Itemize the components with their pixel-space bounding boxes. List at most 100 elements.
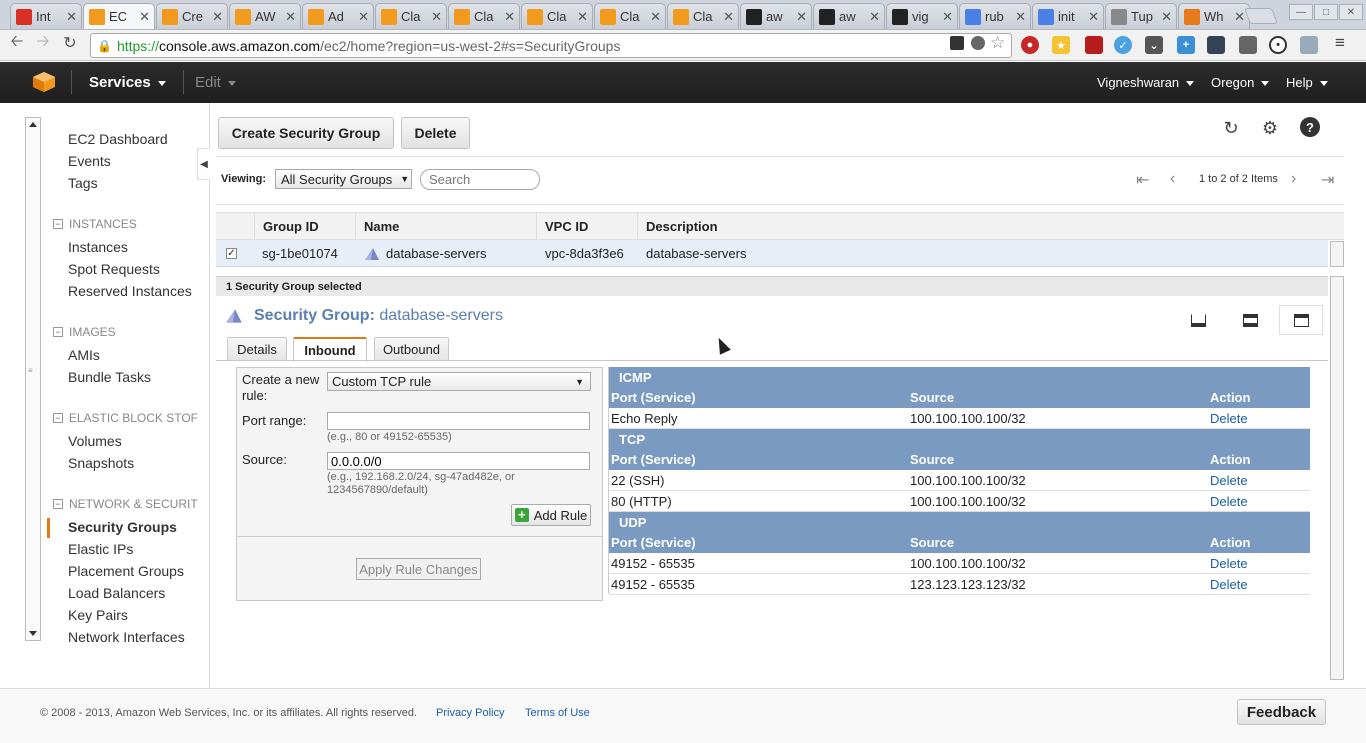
browser-tab[interactable]: Cla ✕ xyxy=(375,3,447,29)
sidebar-item[interactable]: Bundle Tasks xyxy=(68,369,151,385)
sidebar-item-active[interactable]: Security Groups xyxy=(68,519,177,535)
edit-menu[interactable]: Edit xyxy=(195,62,236,103)
close-tab-icon[interactable]: ✕ xyxy=(650,9,661,25)
user-menu[interactable]: Vigneshwaran xyxy=(1097,62,1195,103)
browser-tab[interactable]: Cla ✕ xyxy=(594,3,666,29)
browser-tab[interactable]: Wh ✕ xyxy=(1178,3,1250,29)
privacy-policy-link[interactable]: Privacy Policy xyxy=(436,707,504,719)
extension-badge-icon[interactable]: + xyxy=(1177,36,1195,54)
browser-tab[interactable]: EC ✕ xyxy=(83,3,155,29)
sidebar-item[interactable]: AMIs xyxy=(68,347,100,363)
browser-tab[interactable]: rub ✕ xyxy=(959,3,1031,29)
maximize-button[interactable]: □ xyxy=(1314,4,1338,20)
sidebar-item[interactable]: Instances xyxy=(68,239,128,255)
wrench-icon[interactable] xyxy=(1239,36,1257,54)
sidebar-item[interactable]: Key Pairs xyxy=(68,607,128,623)
extension-stop-icon[interactable]: ● xyxy=(1021,36,1039,54)
browser-tab[interactable]: Cla ✕ xyxy=(667,3,739,29)
key-icon[interactable] xyxy=(950,36,964,50)
reload-icon[interactable]: ↻ xyxy=(60,33,80,53)
close-tab-icon[interactable]: ✕ xyxy=(869,9,880,25)
search-input[interactable] xyxy=(420,169,540,190)
collapse-sidebar-button[interactable]: ◀ xyxy=(197,148,210,180)
column-header-vpc-id[interactable]: VPC ID xyxy=(536,213,636,240)
sidebar-section-header[interactable]: − NETWORK & SECURIT xyxy=(53,497,198,511)
last-page-icon[interactable]: ⇥ xyxy=(1321,170,1334,190)
help-menu[interactable]: Help xyxy=(1286,62,1328,103)
close-tab-icon[interactable]: ✕ xyxy=(723,9,734,25)
minimize-button[interactable]: — xyxy=(1289,4,1313,20)
sidebar-scrollbar[interactable]: ≡ xyxy=(25,117,41,641)
add-rule-button[interactable]: + Add Rule xyxy=(511,504,591,526)
browser-tab[interactable]: Cre ✕ xyxy=(156,3,228,29)
create-security-group-button[interactable]: Create Security Group xyxy=(218,117,394,149)
layout-split-icon[interactable] xyxy=(1228,305,1272,335)
apply-rule-changes-button[interactable]: Apply Rule Changes xyxy=(356,558,481,580)
extension-star-icon[interactable]: ★ xyxy=(1052,36,1070,54)
close-tab-icon[interactable]: ✕ xyxy=(66,9,77,25)
tab-outbound[interactable]: Outbound xyxy=(374,337,449,361)
delete-rule-link[interactable]: Delete xyxy=(1210,408,1248,429)
gear-icon[interactable]: ⚙ xyxy=(1259,117,1281,139)
column-header-group-id[interactable]: Group ID xyxy=(254,213,354,240)
close-tab-icon[interactable]: ✕ xyxy=(285,9,296,25)
bulb-icon[interactable] xyxy=(971,36,985,50)
pocket-icon[interactable]: ⌄ xyxy=(1145,36,1163,54)
delete-rule-link[interactable]: Delete xyxy=(1210,470,1248,491)
close-tab-icon[interactable]: ✕ xyxy=(1161,9,1172,25)
tab-inbound[interactable]: Inbound xyxy=(293,337,367,362)
delete-button[interactable]: Delete xyxy=(401,117,470,149)
sidebar-item[interactable]: Network Interfaces xyxy=(68,629,185,645)
layout-bottom-icon[interactable] xyxy=(1176,305,1220,335)
rule-type-select[interactable]: Custom TCP rule ▼ xyxy=(327,372,591,391)
menu-icon[interactable]: ≡ xyxy=(1335,33,1345,53)
close-tab-icon[interactable]: ✕ xyxy=(942,9,953,25)
browser-tab[interactable]: vig ✕ xyxy=(886,3,958,29)
browser-tab[interactable]: aw ✕ xyxy=(813,3,885,29)
browser-tab[interactable]: Tup ✕ xyxy=(1105,3,1177,29)
browser-tab[interactable]: Cla ✕ xyxy=(521,3,593,29)
browser-tab[interactable]: Ad ✕ xyxy=(302,3,374,29)
close-tab-icon[interactable]: ✕ xyxy=(504,9,515,25)
aws-logo-icon[interactable] xyxy=(33,72,55,92)
delete-rule-link[interactable]: Delete xyxy=(1210,491,1248,512)
previous-page-icon[interactable]: ‹ xyxy=(1170,170,1175,188)
column-header-description[interactable]: Description xyxy=(637,213,1337,240)
close-tab-icon[interactable]: ✕ xyxy=(1015,9,1026,25)
first-page-icon[interactable]: ⇤ xyxy=(1136,170,1149,190)
sidebar-section-header[interactable]: − INSTANCES xyxy=(53,217,198,231)
browser-tab[interactable]: AW ✕ xyxy=(229,3,301,29)
extension-cube-icon[interactable] xyxy=(1207,36,1225,54)
close-tab-icon[interactable]: ✕ xyxy=(1234,9,1245,25)
detail-scrollbar[interactable] xyxy=(1330,276,1344,680)
next-page-icon[interactable]: › xyxy=(1291,170,1296,188)
sidebar-item[interactable]: Events xyxy=(68,153,111,169)
sidebar-item[interactable]: Volumes xyxy=(68,433,122,449)
close-tab-icon[interactable]: ✕ xyxy=(139,9,150,25)
sidebar-item[interactable]: Elastic IPs xyxy=(68,541,133,557)
tab-details[interactable]: Details xyxy=(227,337,287,361)
browser-tab[interactable]: aw ✕ xyxy=(740,3,812,29)
terms-of-use-link[interactable]: Terms of Use xyxy=(525,707,590,719)
help-icon[interactable]: ? xyxy=(1300,117,1320,137)
region-menu[interactable]: Oregon xyxy=(1211,62,1270,103)
browser-tab[interactable]: Cla ✕ xyxy=(448,3,520,29)
close-window-button[interactable]: ✕ xyxy=(1339,4,1363,20)
extension-check-icon[interactable]: ✓ xyxy=(1114,36,1132,54)
extension-cloud-icon[interactable] xyxy=(1300,36,1318,54)
sidebar-item[interactable]: Spot Requests xyxy=(68,261,160,277)
viewing-select[interactable]: All Security Groups ▼ xyxy=(275,169,412,189)
sidebar-section-header[interactable]: − ELASTIC BLOCK STOF xyxy=(53,411,198,425)
table-row[interactable]: ✓ sg-1be01074 database-servers vpc-8da3f… xyxy=(216,240,1328,267)
back-icon[interactable]: 🡠 xyxy=(7,33,27,53)
row-checkbox[interactable]: ✓ xyxy=(226,240,246,267)
new-tab-button[interactable] xyxy=(1244,8,1278,24)
sidebar-item[interactable]: Load Balancers xyxy=(68,585,165,601)
layout-top-icon[interactable] xyxy=(1279,305,1323,335)
sidebar-item[interactable]: EC2 Dashboard xyxy=(68,131,168,147)
port-range-input[interactable] xyxy=(327,412,590,430)
browser-tab[interactable]: Int ✕ xyxy=(10,3,82,29)
sidebar-section-header[interactable]: − IMAGES xyxy=(53,325,198,339)
column-header-name[interactable]: Name xyxy=(355,213,535,240)
services-menu[interactable]: Services xyxy=(89,62,166,103)
